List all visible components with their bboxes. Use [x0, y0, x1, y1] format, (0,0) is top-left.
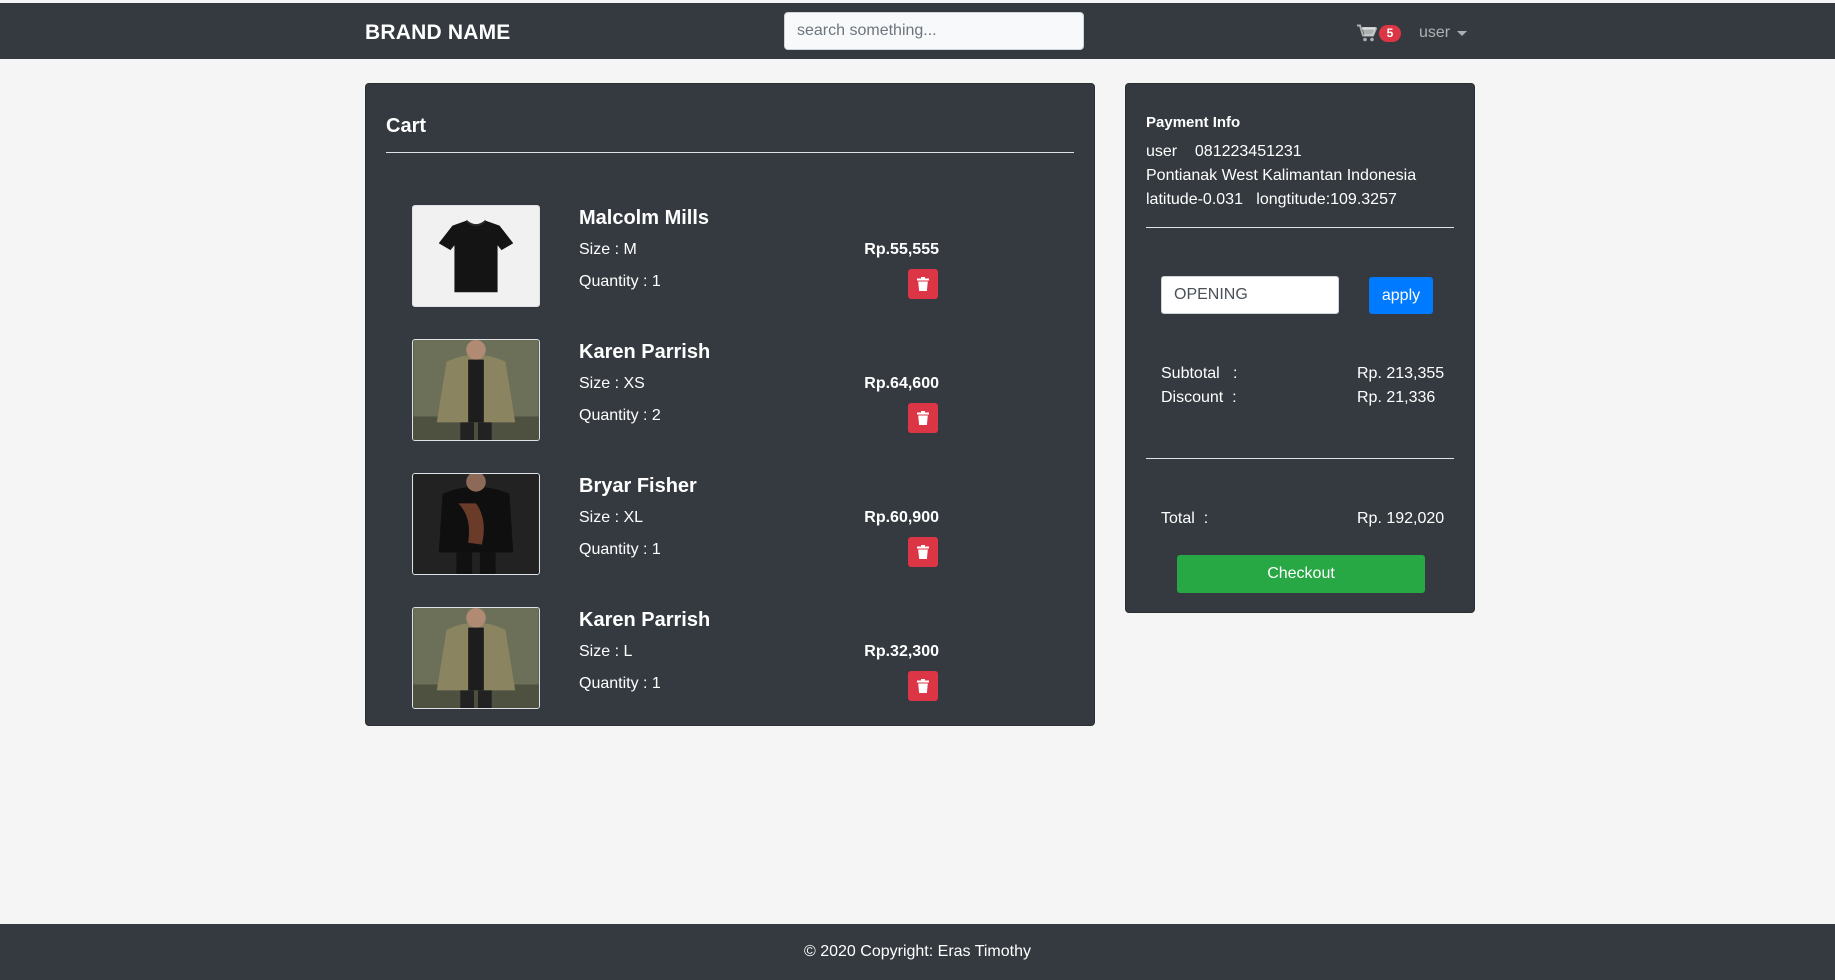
- shopping-cart-icon: [1357, 24, 1377, 42]
- coupon-input[interactable]: [1161, 276, 1339, 314]
- payment-panel: Payment Info user 081223451231 Pontianak…: [1125, 83, 1475, 613]
- cart-divider: [386, 152, 1074, 153]
- item-name: Malcolm Mills: [579, 207, 710, 229]
- total-value: Rp. 192,020: [1357, 510, 1445, 527]
- cart-title: Cart: [386, 115, 427, 137]
- product-image-black-printed-shirt[interactable]: [412, 473, 540, 575]
- user-dropdown-label: user: [1419, 24, 1451, 41]
- discount-label: Discount :: [1161, 389, 1237, 406]
- checkout-button[interactable]: Checkout: [1177, 555, 1425, 593]
- payment-divider: [1146, 227, 1454, 228]
- search-input[interactable]: [784, 12, 1084, 50]
- item-quantity: Quantity : 1: [579, 675, 661, 692]
- subtotal-value: Rp. 213,355: [1357, 365, 1445, 382]
- caret-down-icon: [1457, 30, 1468, 36]
- payment-address: Pontianak West Kalimantan Indonesia: [1146, 167, 1417, 184]
- item-price: Rp.64,600: [864, 375, 939, 392]
- delete-item-button[interactable]: [908, 403, 938, 433]
- delete-item-button[interactable]: [908, 537, 938, 567]
- product-image-black-tshirt[interactable]: [412, 205, 540, 307]
- trash-icon: [917, 545, 929, 559]
- product-image-olive-jacket[interactable]: [412, 607, 540, 709]
- navbar: BRAND NAME 5 user: [0, 3, 1835, 59]
- item-size: Size : XL: [579, 509, 644, 526]
- trash-icon: [917, 411, 929, 425]
- item-quantity: Quantity : 2: [579, 407, 661, 424]
- cart-item: Karen Parrish Size : XS Quantity : 2 Rp.…: [366, 339, 1096, 441]
- cart-item: Malcolm Mills Size : M Quantity : 1 Rp.5…: [366, 205, 1096, 307]
- apply-coupon-button[interactable]: apply: [1369, 277, 1433, 314]
- cart-panel: Cart Malcolm Mills Size : M Quantity : 1…: [365, 83, 1095, 726]
- item-price: Rp.55,555: [864, 241, 939, 258]
- item-name: Karen Parrish: [579, 609, 711, 631]
- item-size: Size : M: [579, 241, 637, 258]
- delete-item-button[interactable]: [908, 671, 938, 701]
- delete-item-button[interactable]: [908, 269, 938, 299]
- cart-item: Bryar Fisher Size : XL Quantity : 1 Rp.6…: [366, 473, 1096, 575]
- trash-icon: [917, 277, 929, 291]
- item-price: Rp.60,900: [864, 509, 939, 526]
- payment-coordinates: latitude-0.031 longtitude:109.3257: [1146, 191, 1397, 208]
- subtotal-label: Subtotal :: [1161, 365, 1238, 382]
- item-quantity: Quantity : 1: [579, 541, 661, 558]
- item-name: Bryar Fisher: [579, 475, 697, 497]
- item-size: Size : L: [579, 643, 633, 660]
- cart-link[interactable]: 5: [1357, 22, 1401, 44]
- payment-user-phone: user 081223451231: [1146, 143, 1302, 160]
- cart-count-badge: 5: [1379, 24, 1401, 42]
- payment-title: Payment Info: [1146, 114, 1241, 131]
- footer-copyright: © 2020 Copyright: Eras Timothy: [804, 943, 1031, 960]
- brand-name[interactable]: BRAND NAME: [365, 21, 511, 45]
- item-size: Size : XS: [579, 375, 645, 392]
- total-label: Total :: [1161, 510, 1209, 527]
- item-price: Rp.32,300: [864, 643, 939, 660]
- trash-icon: [917, 679, 929, 693]
- cart-item: Karen Parrish Size : L Quantity : 1 Rp.3…: [366, 607, 1096, 709]
- discount-value: Rp. 21,336: [1357, 389, 1436, 406]
- product-image-olive-jacket[interactable]: [412, 339, 540, 441]
- footer: © 2020 Copyright: Eras Timothy: [0, 924, 1835, 980]
- item-quantity: Quantity : 1: [579, 273, 661, 290]
- user-dropdown[interactable]: user: [1419, 24, 1468, 42]
- payment-divider: [1146, 458, 1454, 459]
- item-name: Karen Parrish: [579, 341, 711, 363]
